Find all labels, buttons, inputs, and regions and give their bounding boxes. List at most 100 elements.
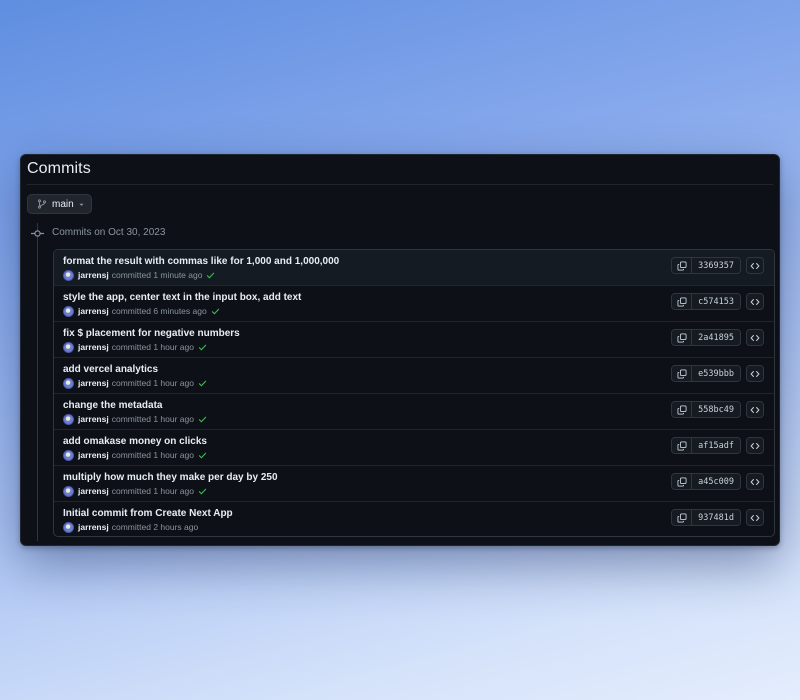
commit-actions: 937481d (671, 509, 764, 526)
commit-verb: committed (111, 378, 151, 388)
commit-author[interactable]: jarrensj (78, 342, 109, 352)
commit-message[interactable]: format the result with commas like for 1… (63, 256, 339, 267)
commit-author[interactable]: jarrensj (78, 522, 109, 532)
avatar[interactable] (63, 269, 74, 281)
commit-message[interactable]: style the app, center text in the input … (63, 292, 301, 303)
browse-code-button[interactable] (746, 257, 764, 274)
code-icon (750, 334, 760, 341)
commit-sha-link[interactable]: af15adf (692, 438, 740, 453)
commit-verb: committed (111, 486, 151, 496)
commit-verb: committed (111, 342, 151, 352)
timeline-line (37, 223, 38, 541)
commit-actions: a45c009 (671, 473, 764, 490)
commit-row[interactable]: multiply how much they make per day by 2… (54, 466, 774, 502)
copy-icon (677, 405, 687, 414)
commit-message[interactable]: multiply how much they make per day by 2… (63, 472, 278, 483)
commit-message[interactable]: change the metadata (63, 400, 162, 411)
sha-group: 937481d (671, 509, 741, 526)
avatar[interactable] (63, 449, 74, 461)
commit-author[interactable]: jarrensj (78, 378, 109, 388)
commit-message[interactable]: fix $ placement for negative numbers (63, 328, 240, 339)
commit-sha-link[interactable]: 2a41895 (692, 330, 740, 345)
avatar[interactable] (63, 341, 74, 353)
commit-time: 1 hour ago (153, 414, 194, 424)
commit-actions: 2a41895 (671, 329, 764, 346)
copy-icon (677, 441, 687, 450)
commit-time: 1 hour ago (153, 342, 194, 352)
commit-message[interactable]: Initial commit from Create Next App (63, 508, 233, 519)
browse-code-button[interactable] (746, 437, 764, 454)
commit-row[interactable]: style the app, center text in the input … (54, 286, 774, 322)
browse-code-button[interactable] (746, 473, 764, 490)
copy-sha-button[interactable] (672, 438, 693, 453)
copy-sha-button[interactable] (672, 510, 693, 525)
git-branch-icon (38, 199, 46, 209)
title-divider (27, 184, 773, 185)
browse-code-button[interactable] (746, 293, 764, 310)
commit-row[interactable]: add omakase money on clicks jarrensj com… (54, 430, 774, 466)
commit-verb: committed (111, 450, 151, 460)
commit-sha-link[interactable]: 558bc49 (692, 402, 740, 417)
commit-group-date: Commits on Oct 30, 2023 (52, 227, 166, 238)
commit-meta: jarrensj committed 1 minute ago (63, 269, 215, 281)
browse-code-button[interactable] (746, 509, 764, 526)
code-icon (750, 298, 760, 305)
commit-row[interactable]: format the result with commas like for 1… (54, 250, 774, 286)
commit-verb: committed (111, 270, 151, 280)
browse-code-button[interactable] (746, 401, 764, 418)
avatar[interactable] (63, 305, 74, 317)
page-title: Commits (27, 160, 91, 177)
commit-row[interactable]: add vercel analytics jarrensj committed … (54, 358, 774, 394)
commit-sha-link[interactable]: 937481d (692, 510, 740, 525)
commit-row[interactable]: change the metadata jarrensj committed 1… (54, 394, 774, 430)
check-icon[interactable] (198, 451, 207, 460)
commits-window: Commits main Commits on Oct 30, 2023 for… (20, 154, 780, 546)
browse-code-button[interactable] (746, 365, 764, 382)
commit-sha-link[interactable]: e539bbb (692, 366, 740, 381)
commit-author[interactable]: jarrensj (78, 270, 109, 280)
browse-code-button[interactable] (746, 329, 764, 346)
caret-down-icon (79, 203, 84, 206)
code-icon (750, 478, 760, 485)
commit-sha-link[interactable]: 3369357 (692, 258, 740, 273)
commit-message[interactable]: add vercel analytics (63, 364, 158, 375)
commit-author[interactable]: jarrensj (78, 450, 109, 460)
copy-sha-button[interactable] (672, 402, 693, 417)
sha-group: a45c009 (671, 473, 741, 490)
commit-sha-link[interactable]: c574153 (692, 294, 740, 309)
commit-time: 1 hour ago (153, 486, 194, 496)
copy-sha-button[interactable] (672, 294, 693, 309)
commit-author[interactable]: jarrensj (78, 414, 109, 424)
git-commit-icon (31, 230, 44, 237)
commit-sha-link[interactable]: a45c009 (692, 474, 740, 489)
copy-sha-button[interactable] (672, 330, 693, 345)
check-icon[interactable] (211, 307, 220, 316)
avatar[interactable] (63, 413, 74, 425)
commit-author[interactable]: jarrensj (78, 486, 109, 496)
check-icon[interactable] (198, 343, 207, 352)
check-icon[interactable] (206, 271, 215, 280)
commit-author[interactable]: jarrensj (78, 306, 109, 316)
sha-group: 2a41895 (671, 329, 741, 346)
commit-message[interactable]: add omakase money on clicks (63, 436, 207, 447)
sha-group: c574153 (671, 293, 741, 310)
check-icon[interactable] (198, 379, 207, 388)
sha-group: 3369357 (671, 257, 741, 274)
commit-row[interactable]: Initial commit from Create Next App jarr… (54, 502, 774, 536)
commit-verb: committed (111, 306, 151, 316)
avatar[interactable] (63, 377, 74, 389)
copy-sha-button[interactable] (672, 474, 693, 489)
commit-verb: committed (111, 414, 151, 424)
check-icon[interactable] (198, 415, 207, 424)
avatar[interactable] (63, 485, 74, 497)
copy-sha-button[interactable] (672, 366, 693, 381)
commit-meta: jarrensj committed 1 hour ago (63, 377, 207, 389)
commit-actions: e539bbb (671, 365, 764, 382)
branch-selector-button[interactable]: main (27, 194, 92, 214)
sha-group: 558bc49 (671, 401, 741, 418)
commit-row[interactable]: fix $ placement for negative numbers jar… (54, 322, 774, 358)
avatar[interactable] (63, 521, 74, 533)
copy-sha-button[interactable] (672, 258, 693, 273)
check-icon[interactable] (198, 487, 207, 496)
code-icon (750, 442, 760, 449)
